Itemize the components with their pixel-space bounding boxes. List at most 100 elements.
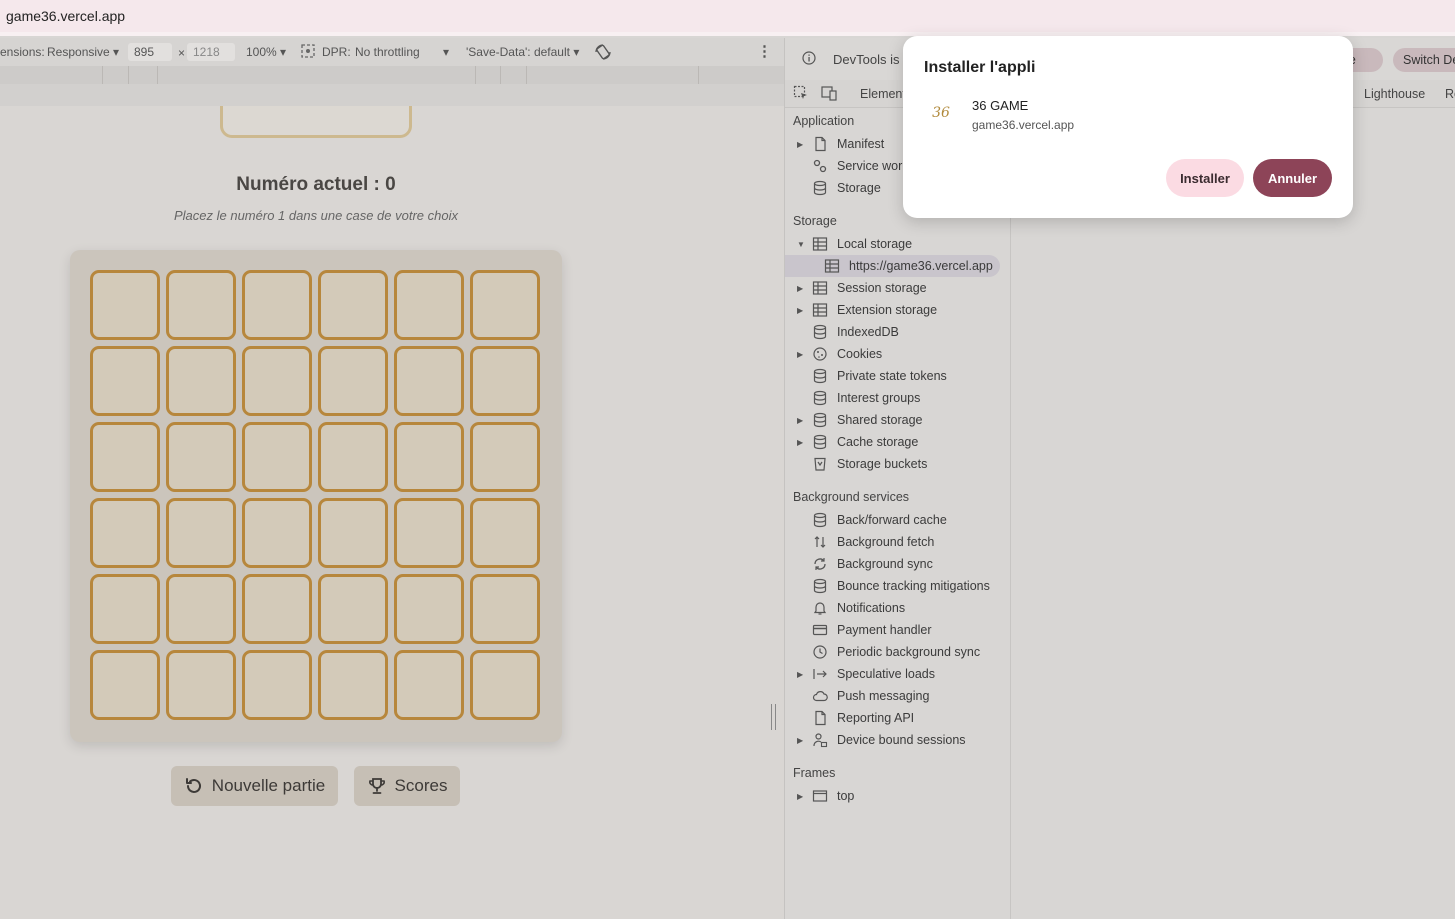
- panel-resize-handle[interactable]: [771, 704, 776, 730]
- grid-cell[interactable]: [242, 422, 312, 492]
- rotate-icon[interactable]: [594, 43, 612, 64]
- sidebar-item-https-game36-vercel-app[interactable]: https://game36.vercel.app: [785, 255, 1000, 277]
- expand-closed-icon[interactable]: ▶: [797, 736, 803, 745]
- grid-cell[interactable]: [394, 346, 464, 416]
- more-options-icon[interactable]: ⋮: [757, 42, 772, 60]
- sidebar-item-top[interactable]: ▶ top: [785, 785, 1011, 807]
- tab-lighthouse[interactable]: Lighthouse: [1364, 87, 1425, 101]
- grid-cell[interactable]: [394, 422, 464, 492]
- grid-cell[interactable]: [166, 498, 236, 568]
- sidebar-item-shared-storage[interactable]: ▶ Shared storage: [785, 409, 1011, 431]
- grid-cell[interactable]: [166, 574, 236, 644]
- expand-closed-icon[interactable]: ▶: [797, 670, 803, 679]
- switch-devtools-button[interactable]: Switch De: [1393, 48, 1455, 72]
- sidebar-item-reporting-api[interactable]: Reporting API: [785, 707, 1011, 729]
- sidebar-item-background-sync[interactable]: Background sync: [785, 553, 1011, 575]
- sidebar-item-background-fetch[interactable]: Background fetch: [785, 531, 1011, 553]
- grid-cell[interactable]: [90, 574, 160, 644]
- grid-cell[interactable]: [470, 422, 540, 492]
- grid-cell[interactable]: [242, 270, 312, 340]
- grid-cell[interactable]: [242, 574, 312, 644]
- cookie-icon: [812, 346, 828, 362]
- grid-cell[interactable]: [90, 498, 160, 568]
- sidebar-item-speculative-loads[interactable]: ▶ Speculative loads: [785, 663, 1011, 685]
- save-data-select[interactable]: 'Save-Data': default ▾: [466, 45, 579, 59]
- devtools-notice: DevTools is r: [833, 52, 908, 67]
- grid-cell[interactable]: [318, 574, 388, 644]
- sidebar-item-interest-groups[interactable]: Interest groups: [785, 387, 1011, 409]
- grid-cell[interactable]: [242, 346, 312, 416]
- grid-cell[interactable]: [470, 498, 540, 568]
- throttling-select[interactable]: No throttling: [355, 45, 420, 59]
- frame-icon: [812, 788, 828, 804]
- expand-closed-icon[interactable]: ▶: [797, 350, 803, 359]
- grid-cell[interactable]: [242, 498, 312, 568]
- expand-closed-icon[interactable]: ▶: [797, 438, 803, 447]
- grid-cell[interactable]: [166, 422, 236, 492]
- url-text: game36.vercel.app: [6, 8, 126, 24]
- grid-cell[interactable]: [90, 346, 160, 416]
- grid-cell[interactable]: [318, 498, 388, 568]
- sidebar-item-push-messaging[interactable]: Push messaging: [785, 685, 1011, 707]
- clock-icon: [812, 644, 828, 660]
- sidebar-item-cache-storage[interactable]: ▶ Cache storage: [785, 431, 1011, 453]
- grid-cell[interactable]: [394, 574, 464, 644]
- grid-cell[interactable]: [318, 346, 388, 416]
- restart-icon: [185, 778, 201, 793]
- switch-devtools-label: Switch De: [1403, 53, 1455, 67]
- cancel-button[interactable]: Annuler: [1253, 159, 1332, 197]
- grid-cell[interactable]: [166, 346, 236, 416]
- expand-closed-icon[interactable]: ▶: [797, 792, 803, 801]
- grid-cell[interactable]: [470, 574, 540, 644]
- sidebar-item-session-storage[interactable]: ▶ Session storage: [785, 277, 1011, 299]
- grid-cell[interactable]: [394, 270, 464, 340]
- dpr-icon: [300, 43, 316, 62]
- sidebar-item-extension-storage[interactable]: ▶ Extension storage: [785, 299, 1011, 321]
- grid-cell[interactable]: [90, 270, 160, 340]
- sidebar-item-indexeddb[interactable]: IndexedDB: [785, 321, 1011, 343]
- device-toolbar-icon[interactable]: [821, 85, 837, 104]
- sidebar-item-notifications[interactable]: Notifications: [785, 597, 1011, 619]
- height-input[interactable]: 1218: [187, 43, 235, 61]
- sidebar-item-private-state-tokens[interactable]: Private state tokens: [785, 365, 1011, 387]
- sidebar-item-payment-handler[interactable]: Payment handler: [785, 619, 1011, 641]
- grid-cell[interactable]: [470, 270, 540, 340]
- grid-cell[interactable]: [470, 650, 540, 720]
- sidebar-item-storage-buckets[interactable]: Storage buckets: [785, 453, 1011, 475]
- zoom-select[interactable]: 100% ▾: [246, 45, 286, 59]
- tab-elements[interactable]: Element: [860, 87, 906, 101]
- grid-cell[interactable]: [318, 270, 388, 340]
- database-icon: [812, 390, 828, 406]
- grid-cell[interactable]: [166, 650, 236, 720]
- width-input[interactable]: 895: [128, 43, 172, 61]
- sidebar-item-device-bound-sessions[interactable]: ▶ Device bound sessions: [785, 729, 1011, 751]
- grid-cell[interactable]: [394, 498, 464, 568]
- sidebar-item-label: Device bound sessions: [837, 733, 966, 747]
- grid-cell[interactable]: [90, 422, 160, 492]
- tab-more[interactable]: Re: [1445, 87, 1455, 101]
- device-select[interactable]: Responsive ▾: [47, 45, 119, 59]
- inspect-icon[interactable]: [793, 85, 809, 104]
- grid-cell[interactable]: [318, 422, 388, 492]
- expand-closed-icon[interactable]: ▶: [797, 416, 803, 425]
- grid-cell[interactable]: [470, 346, 540, 416]
- sidebar-item-cookies[interactable]: ▶ Cookies: [785, 343, 1011, 365]
- zoom-select-value: 100%: [246, 45, 277, 59]
- sidebar-item-local-storage[interactable]: ▼ Local storage: [785, 233, 1011, 255]
- address-bar[interactable]: game36.vercel.app: [0, 0, 1455, 32]
- sidebar-item-bounce-tracking-mitigations[interactable]: Bounce tracking mitigations: [785, 575, 1011, 597]
- grid-cell[interactable]: [394, 650, 464, 720]
- grid-cell[interactable]: [242, 650, 312, 720]
- expand-closed-icon[interactable]: ▶: [797, 284, 803, 293]
- expand-open-icon[interactable]: ▼: [797, 240, 805, 249]
- new-game-button[interactable]: Nouvelle partie: [171, 766, 338, 806]
- expand-closed-icon[interactable]: ▶: [797, 140, 803, 149]
- sidebar-item-back-forward-cache[interactable]: Back/forward cache: [785, 509, 1011, 531]
- sidebar-item-periodic-background-sync[interactable]: Periodic background sync: [785, 641, 1011, 663]
- grid-cell[interactable]: [318, 650, 388, 720]
- expand-closed-icon[interactable]: ▶: [797, 306, 803, 315]
- scores-button[interactable]: Scores: [354, 766, 460, 806]
- grid-cell[interactable]: [166, 270, 236, 340]
- grid-cell[interactable]: [90, 650, 160, 720]
- install-button[interactable]: Installer: [1166, 159, 1244, 197]
